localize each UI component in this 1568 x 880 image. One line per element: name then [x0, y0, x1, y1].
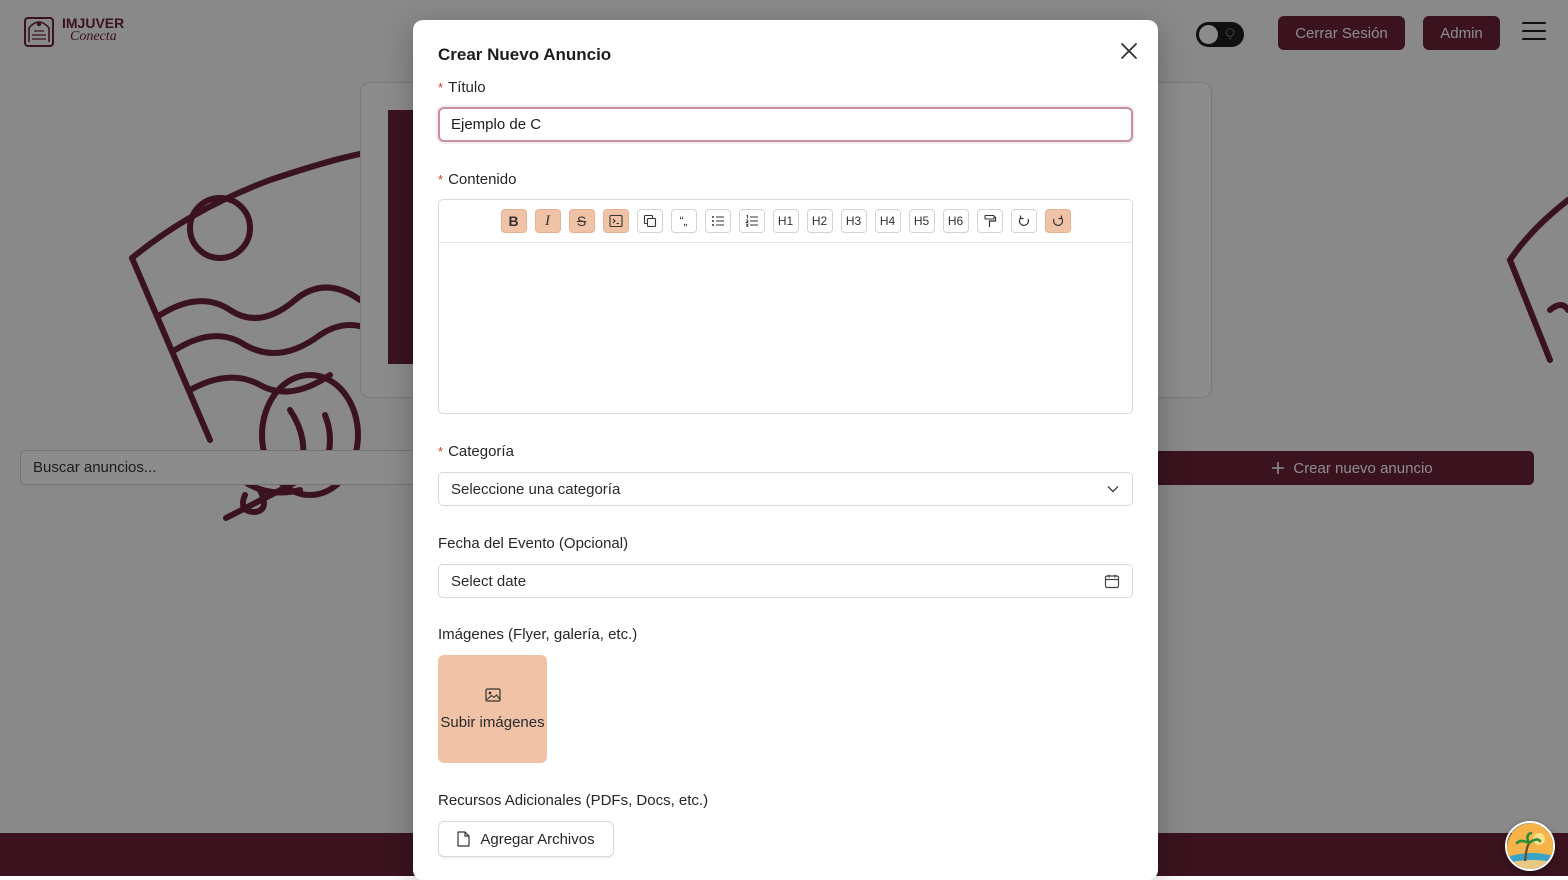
redo-icon — [1051, 214, 1065, 228]
title-input[interactable] — [438, 107, 1133, 142]
rich-text-editor: B I S “„ H1 H2 H3 H4 H5 H6 — [438, 199, 1133, 414]
heading-1-button-label: H1 — [777, 214, 794, 228]
italic-button-label: I — [545, 212, 550, 229]
image-icon — [484, 687, 501, 702]
heading-5-button[interactable]: H5 — [908, 209, 935, 233]
heading-2-button[interactable]: H2 — [806, 209, 833, 233]
category-label: * Categoría — [438, 443, 514, 460]
blockquote-button-label: “„ — [679, 214, 688, 228]
copy-icon — [643, 214, 657, 228]
code-block-button[interactable] — [602, 209, 629, 233]
ordered-list-icon — [744, 214, 759, 228]
redo-button[interactable] — [1044, 209, 1071, 233]
category-label-text: Categoría — [448, 443, 514, 460]
bullet-list-icon — [711, 214, 725, 228]
clear-format-button[interactable] — [976, 209, 1003, 233]
heading-6-button[interactable]: H6 — [942, 209, 969, 233]
heading-2-button-label: H2 — [811, 214, 828, 228]
title-label-text: Título — [448, 79, 486, 96]
upload-images-button[interactable]: Subir imágenes — [438, 655, 547, 763]
chevron-down-icon — [1107, 486, 1119, 493]
images-label: Imágenes (Flyer, galería, etc.) — [438, 626, 638, 643]
required-mark: * — [438, 444, 444, 459]
calendar-icon — [1104, 574, 1120, 589]
heading-1-button[interactable]: H1 — [772, 209, 799, 233]
heading-3-button[interactable]: H3 — [840, 209, 867, 233]
copy-button[interactable] — [636, 209, 663, 233]
heading-4-button[interactable]: H4 — [874, 209, 901, 233]
code-block-icon — [608, 214, 623, 228]
paint-roller-icon — [983, 214, 997, 228]
modal-title: Crear Nuevo Anuncio — [438, 45, 612, 64]
add-files-button[interactable]: Agregar Archivos — [438, 821, 614, 857]
content-label: * Contenido — [438, 171, 516, 188]
blockquote-button[interactable]: “„ — [670, 209, 697, 233]
italic-button[interactable]: I — [534, 209, 561, 233]
strikethrough-button-label: S — [576, 213, 587, 229]
bold-button[interactable]: B — [500, 209, 527, 233]
strikethrough-button[interactable]: S — [568, 209, 595, 233]
required-mark: * — [438, 172, 444, 187]
title-label: * Título — [438, 79, 486, 96]
add-files-label: Agregar Archivos — [480, 830, 595, 848]
bold-button-label: B — [508, 213, 519, 229]
content-label-text: Contenido — [448, 171, 517, 188]
undo-icon — [1017, 214, 1031, 228]
assistant-avatar-button[interactable] — [1505, 821, 1555, 871]
resources-label: Recursos Adicionales (PDFs, Docs, etc.) — [438, 792, 709, 809]
file-icon — [457, 831, 470, 847]
bullet-list-button[interactable] — [704, 209, 731, 233]
create-announcement-modal: Crear Nuevo Anuncio * Título * Contenido B… — [413, 20, 1158, 880]
event-date-picker[interactable]: Select date — [438, 564, 1133, 598]
undo-button[interactable] — [1010, 209, 1037, 233]
event-date-label: Fecha del Evento (Opcional) — [438, 535, 629, 552]
category-select-value: Seleccione una categoría — [451, 480, 621, 498]
editor-toolbar: B I S “„ H1 H2 H3 H4 H5 H6 — [439, 200, 1132, 243]
category-select[interactable]: Seleccione una categoría — [438, 472, 1133, 506]
upload-images-label: Subir imágenes — [440, 713, 545, 731]
event-date-value: Select date — [451, 572, 527, 590]
heading-4-button-label: H4 — [879, 214, 896, 228]
heading-3-button-label: H3 — [845, 214, 862, 228]
close-icon[interactable] — [1118, 40, 1140, 62]
ordered-list-button[interactable] — [738, 209, 765, 233]
editor-content-area[interactable] — [439, 243, 1132, 413]
heading-6-button-label: H6 — [947, 214, 964, 228]
required-mark: * — [438, 80, 444, 95]
heading-5-button-label: H5 — [913, 214, 930, 228]
